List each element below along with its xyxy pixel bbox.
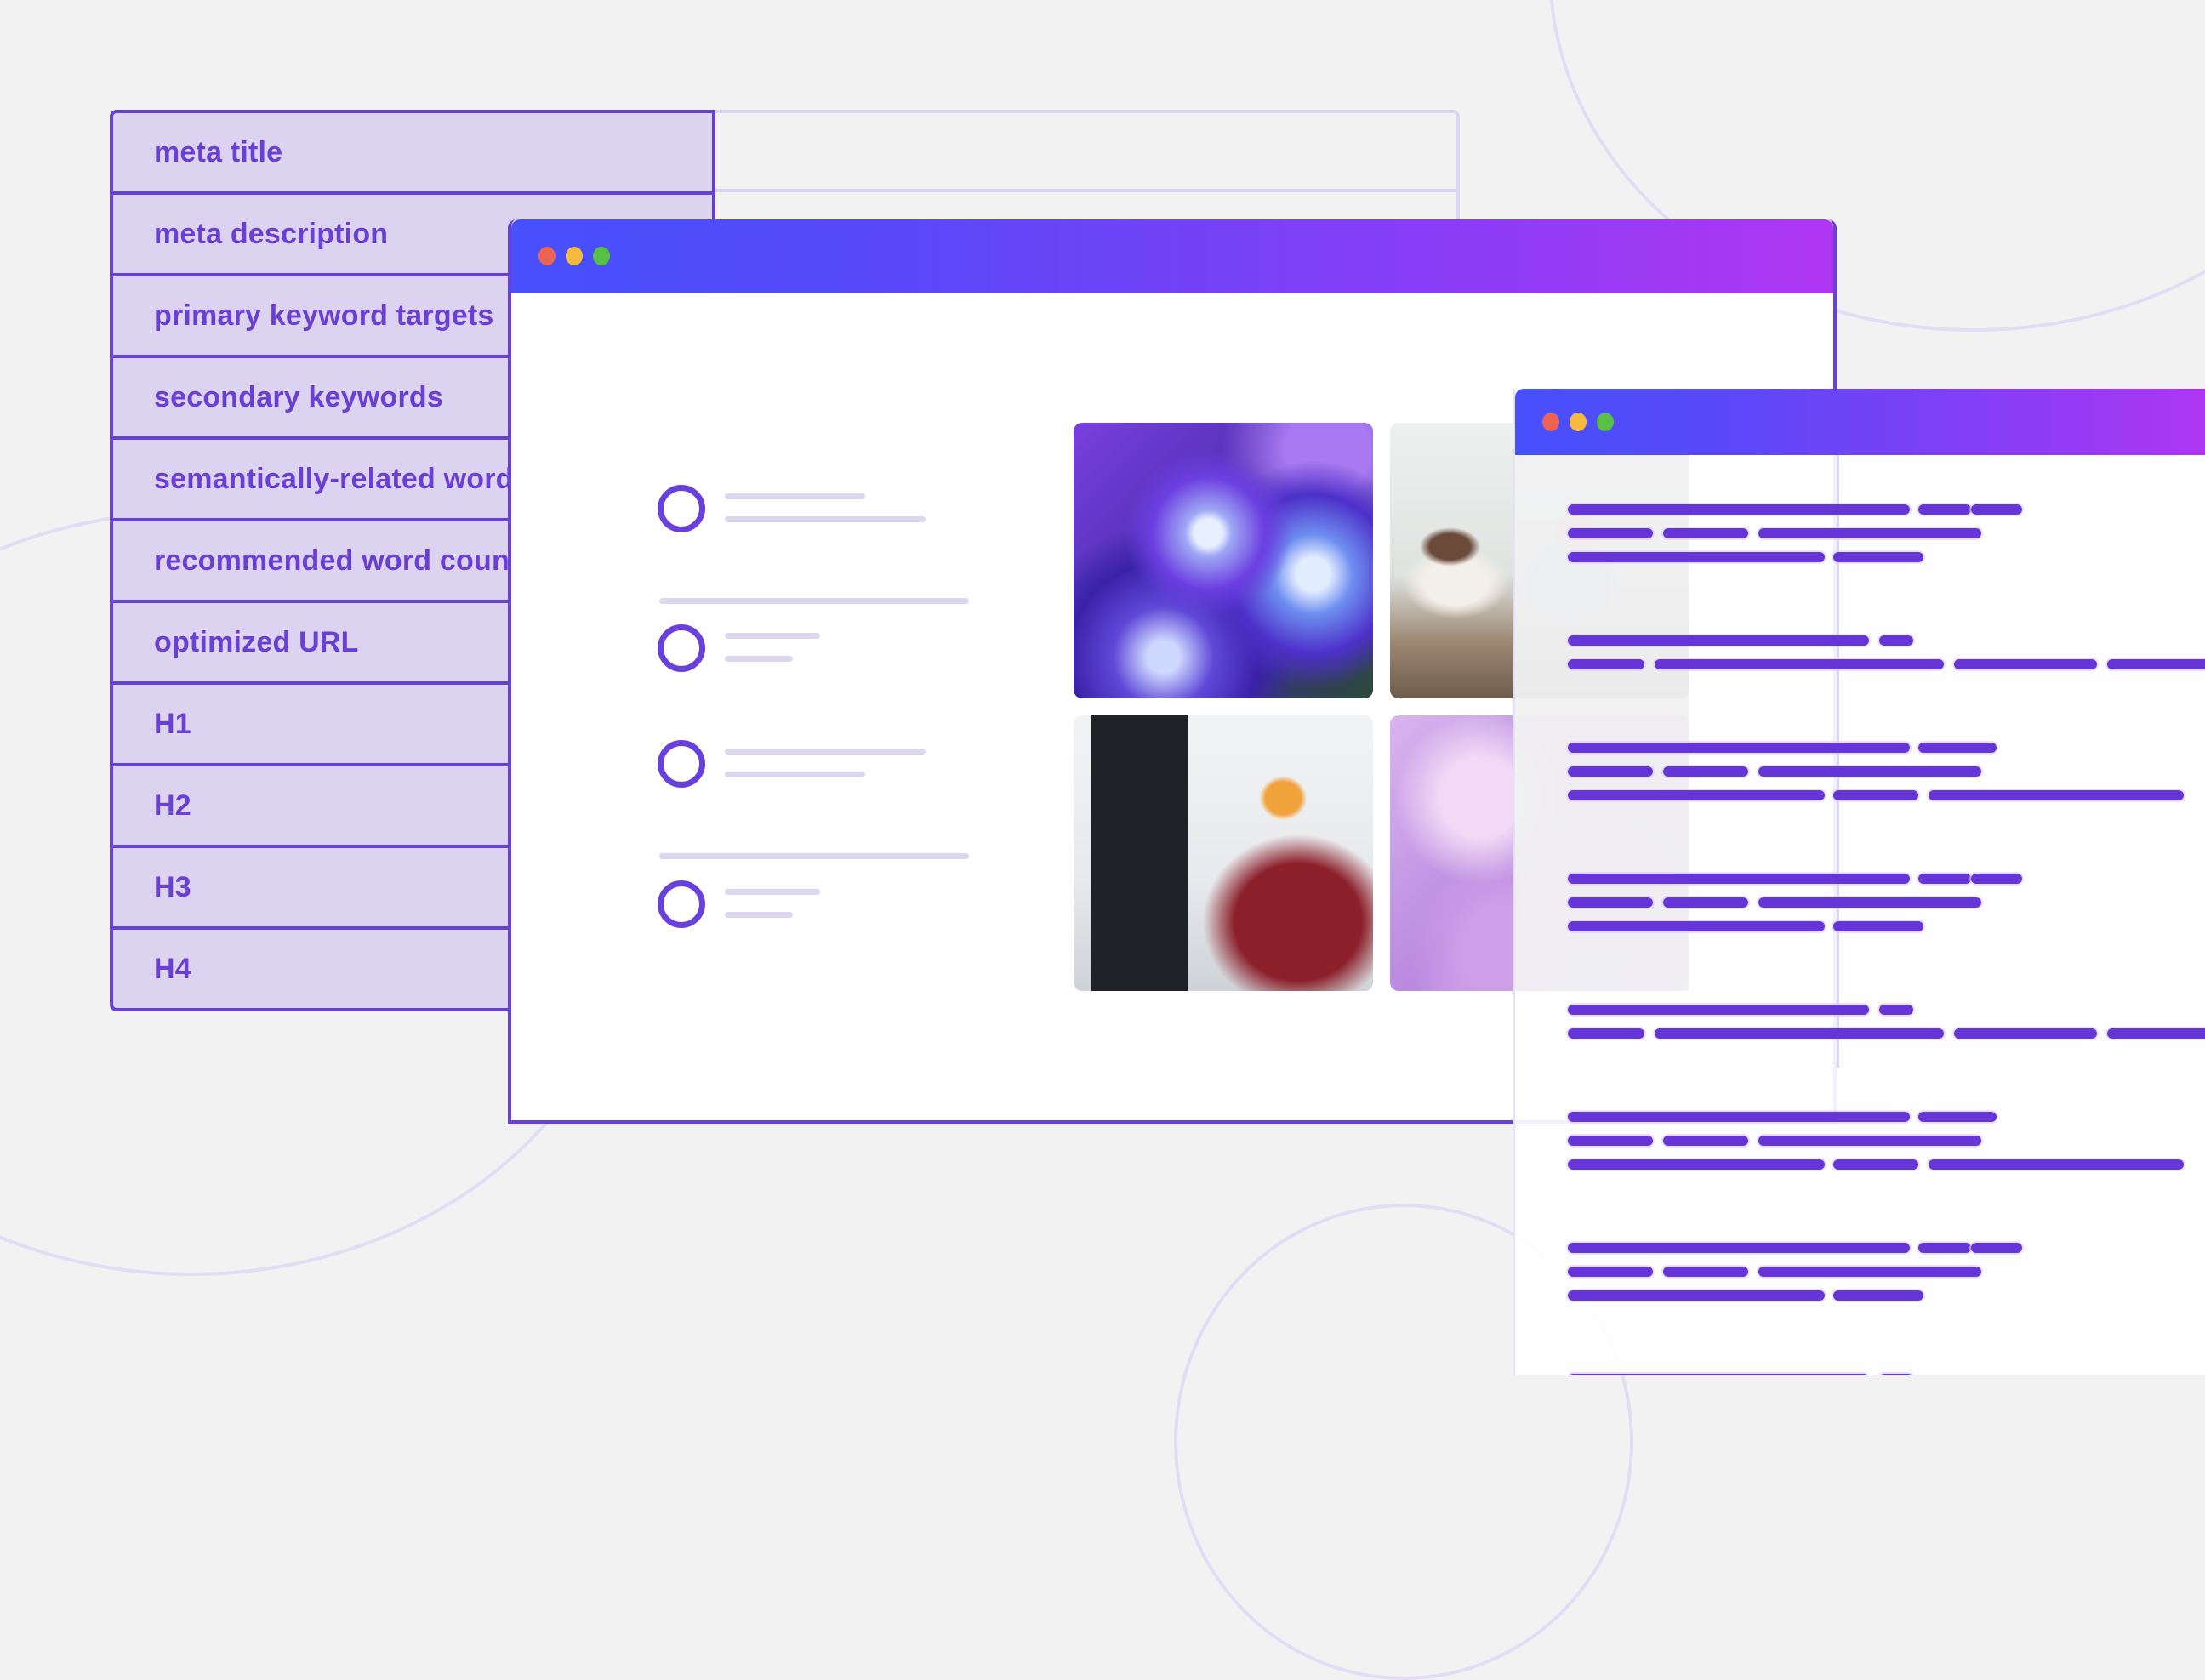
text-line-bar	[1879, 1005, 1913, 1015]
window-titlebar	[511, 219, 1833, 293]
text-line-bar	[1568, 1028, 1644, 1039]
text-placeholder-line	[725, 912, 793, 918]
browser-window-document	[1513, 389, 2205, 1375]
text-line-bar	[1879, 1374, 1913, 1375]
window-titlebar	[1515, 389, 2205, 455]
image-developer[interactable]	[1074, 715, 1373, 991]
text-line-bar	[1568, 743, 1910, 753]
text-line-bar	[1918, 1243, 1971, 1253]
text-placeholder-line	[725, 889, 820, 895]
list-divider	[659, 853, 969, 859]
text-line-bar	[1971, 1243, 2022, 1253]
text-line-bar	[1929, 1159, 2184, 1170]
text-placeholder-line	[725, 772, 865, 777]
text-line-bar	[1663, 897, 1748, 908]
text-line-bar	[1918, 504, 1971, 515]
list-divider	[659, 598, 969, 604]
text-line-bar	[1918, 743, 1997, 753]
text-line-bar	[2107, 1028, 2205, 1039]
radio-circle-icon[interactable]	[658, 740, 705, 788]
text-line-bar	[1568, 1290, 1825, 1301]
text-line-bar	[1568, 874, 1910, 884]
text-line-bar	[1833, 552, 1923, 562]
text-line-bar	[1655, 659, 1944, 669]
text-line-bar	[1758, 1267, 1981, 1277]
text-line-bar	[1954, 659, 2097, 669]
minimize-dot-icon[interactable]	[1570, 413, 1587, 431]
text-line-bar	[1663, 766, 1748, 777]
table-ghost-divider	[711, 189, 1460, 192]
text-line-bar	[1568, 659, 1644, 669]
row-label: semantically-related words	[154, 462, 530, 495]
text-line-bar	[1568, 897, 1653, 908]
radio-circle-icon[interactable]	[658, 485, 705, 532]
text-line-bar	[1833, 921, 1923, 931]
text-line-bar	[1568, 1112, 1910, 1122]
text-line-bar	[1568, 1136, 1653, 1146]
text-line-bar	[1568, 1374, 1869, 1375]
text-line-bar	[1663, 1136, 1748, 1146]
row-label: H3	[154, 870, 191, 903]
radio-circle-icon[interactable]	[658, 880, 705, 928]
maximize-dot-icon[interactable]	[593, 247, 610, 265]
text-line-bar	[1758, 766, 1981, 777]
close-dot-icon[interactable]	[538, 247, 556, 265]
text-line-bar	[1918, 874, 1971, 884]
text-line-bar	[1971, 504, 2022, 515]
text-line-bar	[1568, 790, 1825, 800]
text-line-bar	[1568, 1005, 1869, 1015]
text-line-bar	[1568, 921, 1825, 931]
text-line-bar	[1833, 1290, 1923, 1301]
text-line-bar	[1568, 504, 1910, 515]
text-line-bar	[1879, 635, 1913, 646]
text-line-bar	[1568, 766, 1653, 777]
text-line-bar	[1971, 874, 2022, 884]
row-label: H2	[154, 789, 191, 822]
text-line-bar	[1663, 1267, 1748, 1277]
text-line-bar	[1568, 528, 1653, 538]
row-label: primary keyword targets	[154, 299, 494, 332]
text-line-bar	[1758, 528, 1981, 538]
radio-circle-icon[interactable]	[658, 624, 705, 672]
text-line-bar	[1568, 1267, 1653, 1277]
text-placeholder-line	[725, 749, 926, 755]
text-line-bar	[1833, 790, 1918, 800]
row-label: H4	[154, 952, 191, 985]
text-line-bar	[1758, 1136, 1981, 1146]
text-placeholder-line	[725, 656, 793, 662]
text-line-bar	[1929, 790, 2184, 800]
text-line-bar	[1568, 635, 1869, 646]
row-label: meta description	[154, 217, 389, 250]
row-label: recommended word count	[154, 544, 520, 577]
close-dot-icon[interactable]	[1542, 413, 1559, 431]
minimize-dot-icon[interactable]	[566, 247, 583, 265]
text-placeholder-line	[725, 493, 865, 499]
text-line-bar	[1758, 897, 1981, 908]
text-line-bar	[2107, 659, 2205, 669]
text-placeholder-line	[725, 633, 820, 639]
text-line-bar	[1833, 1159, 1918, 1170]
maximize-dot-icon[interactable]	[1597, 413, 1614, 431]
text-line-bar	[1918, 1112, 1997, 1122]
row-label: H1	[154, 707, 191, 740]
table-row: meta title	[113, 113, 712, 195]
image-hydrangea[interactable]	[1074, 423, 1373, 698]
text-line-bar	[1568, 1159, 1825, 1170]
text-line-bar	[1568, 552, 1825, 562]
window-edge-line	[1837, 455, 1839, 1068]
text-placeholder-line	[725, 516, 926, 522]
text-line-bar	[1663, 528, 1748, 538]
row-label: optimized URL	[154, 625, 359, 658]
text-line-bar	[1954, 1028, 2097, 1039]
text-line-bar	[1568, 1243, 1910, 1253]
row-label: secondary keywords	[154, 380, 443, 413]
row-label: meta title	[154, 135, 283, 168]
text-line-bar	[1655, 1028, 1944, 1039]
